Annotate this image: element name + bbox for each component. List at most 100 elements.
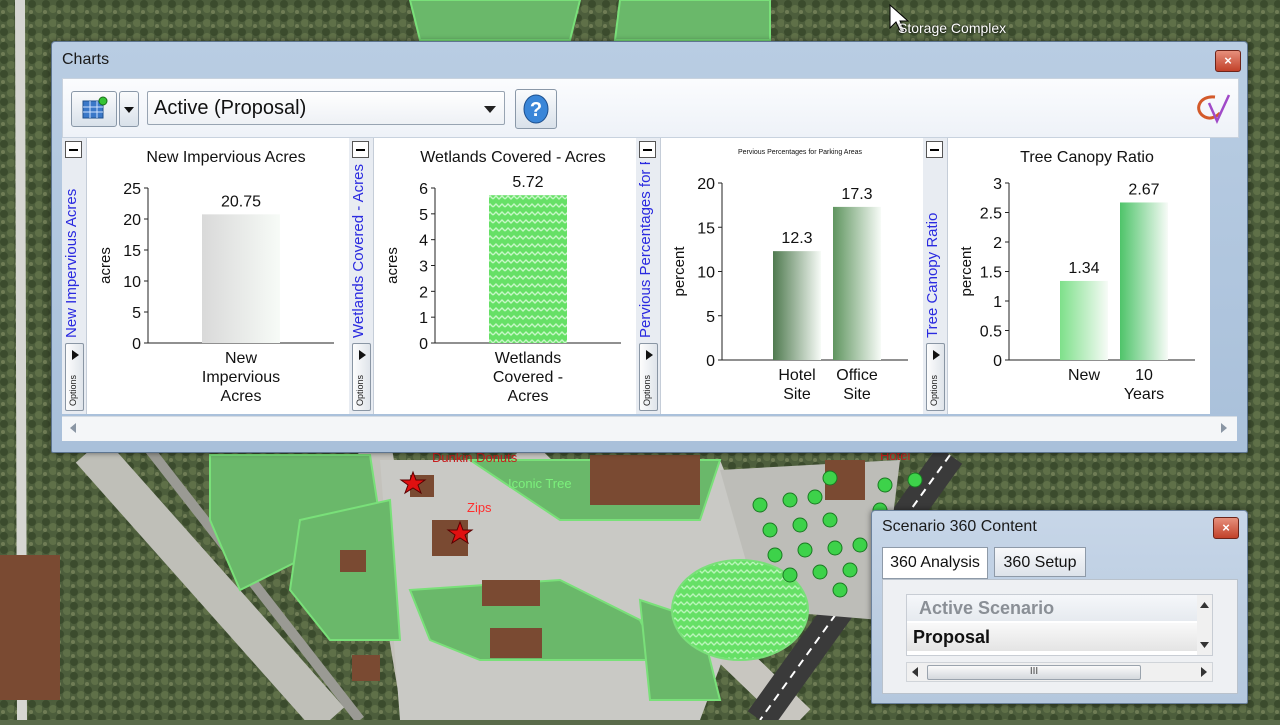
scrollbar-thumb[interactable]: III (927, 665, 1141, 680)
map-label-zips: Zips (467, 500, 492, 515)
chart-options-button[interactable]: Options (352, 343, 371, 411)
active-scenario-value[interactable]: Proposal (907, 623, 1197, 651)
y-tick-label: 5 (706, 309, 715, 326)
expand-arrow-icon (646, 350, 653, 360)
y-tick-label: 0 (419, 336, 428, 353)
collapse-button[interactable] (926, 141, 943, 158)
chart-options-button[interactable]: Options (639, 343, 658, 411)
bar-wetlands-covered-acres (489, 195, 567, 343)
y-tick-label: 10 (697, 265, 715, 282)
data-label: 20.75 (221, 193, 261, 210)
layout-dropdown-button[interactable] (119, 91, 139, 127)
x-tick-label: Hotel Site (778, 367, 815, 403)
scenario-select[interactable]: Active (Proposal) (147, 91, 505, 125)
y-tick-label: 15 (697, 220, 715, 237)
active-scenario-group: Active Scenario Proposal (906, 594, 1213, 656)
data-label: 5.72 (512, 174, 543, 191)
bar-new (1060, 280, 1108, 360)
collapse-button[interactable] (352, 141, 369, 158)
y-tick-label: 0.5 (980, 324, 1002, 341)
y-tick-label: 0 (132, 336, 141, 353)
chart-side-strip: New Impervious Acres Options (62, 138, 87, 414)
chart-title: Wetlands Covered - Acres (420, 149, 606, 166)
bar-hotel-site (773, 251, 821, 360)
y-tick-label: 2 (419, 284, 428, 301)
y-tick-label: 5 (419, 207, 428, 224)
chart-title: Pervious Percentages for Parking Areas (738, 149, 863, 156)
chart-plot: Pervious Percentages for Parking Areas 0 5… (671, 149, 908, 403)
horizontal-scrollbar[interactable]: III (906, 662, 1213, 682)
charts-panel-area: New Impervious Acres Options New Imperviou… (62, 138, 1210, 414)
scroll-left-icon[interactable] (70, 423, 76, 433)
chart-panel-wetlands-covered-acres: Wetlands Covered - Acres Options Wetlands … (349, 138, 636, 414)
chart-panel-pervious-percentages-for-parking-areas: Pervious Percentages for Parking Areas Op… (636, 138, 923, 414)
y-tick-label: 1 (419, 310, 428, 327)
horizontal-scrollbar[interactable] (62, 416, 1237, 441)
options-label: Options (68, 374, 78, 406)
y-axis-label: percent (671, 246, 688, 297)
chart-panel-tree-canopy-ratio: Tree Canopy Ratio Options Tree Canopy Rati… (923, 138, 1210, 414)
x-tick-label: Office Site (836, 367, 878, 403)
expand-arrow-icon (359, 350, 366, 360)
chart-side-title: Pervious Percentages for Parking Areas (637, 162, 654, 338)
chart-side-strip: Pervious Percentages for Parking Areas Op… (636, 138, 661, 414)
y-tick-label: 1.5 (980, 265, 1002, 282)
x-tick-label: Wetlands Covered -Acres (493, 350, 563, 405)
y-tick-label: 5 (132, 305, 141, 322)
chart-side-strip: Wetlands Covered - Acres Options (349, 138, 374, 414)
y-tick-label: 25 (123, 181, 141, 198)
expand-arrow-icon (72, 350, 79, 360)
chart-side-strip: Tree Canopy Ratio Options (923, 138, 948, 414)
scroll-left-icon[interactable] (909, 665, 921, 679)
y-tick-label: 0 (706, 353, 715, 370)
y-tick-label: 20 (123, 212, 141, 229)
y-tick-label: 1 (993, 294, 1002, 311)
chart-title: Tree Canopy Ratio (1020, 149, 1154, 166)
vertical-scrollbar[interactable] (1197, 595, 1212, 655)
y-tick-label: 3 (993, 176, 1002, 193)
map-label-storage-complex: Storage Complex (898, 20, 1007, 36)
chart-plot: Tree Canopy Ratio 0 0.5 1 1.5 2 2.5 3 percent 1.3… (958, 149, 1195, 403)
y-tick-label: 2 (993, 235, 1002, 252)
data-label: 1.34 (1068, 260, 1099, 277)
chart-layout-button[interactable] (71, 91, 117, 127)
scenario-360-window: Scenario 360 Content × 360 Analysis 360 … (871, 510, 1248, 704)
bar-10-years (1120, 202, 1168, 360)
y-tick-label: 6 (419, 181, 428, 198)
y-tick-label: 10 (123, 274, 141, 291)
scroll-arrows-icon (1200, 602, 1209, 648)
options-label: Options (929, 374, 939, 406)
data-label: 12.3 (781, 230, 812, 247)
chevron-down-icon (484, 106, 496, 113)
chart-side-title-frame: Wetlands Covered - Acres (349, 162, 373, 338)
close-button[interactable]: × (1213, 517, 1239, 539)
help-icon: ? (523, 94, 549, 124)
chart-plot: Wetlands Covered - Acres 0 1 2 3 4 5 6 acres 5.72… (384, 149, 621, 405)
y-tick-label: 15 (123, 243, 141, 260)
close-button[interactable]: × (1215, 50, 1241, 72)
tab-360-analysis[interactable]: 360 Analysis (882, 547, 988, 579)
analysis-tab-content: Active Scenario Proposal III (882, 579, 1238, 694)
chart-panel-new-impervious-acres: New Impervious Acres Options New Imperviou… (62, 138, 349, 414)
tab-360-setup[interactable]: 360 Setup (994, 547, 1086, 577)
svg-text:?: ? (530, 99, 542, 121)
collapse-button[interactable] (65, 141, 82, 158)
map-label-iconic-tree: Iconic Tree (508, 476, 572, 491)
chart-side-title: Wetlands Covered - Acres (350, 164, 367, 338)
y-tick-label: 0 (993, 353, 1002, 370)
chart-options-button[interactable]: Options (65, 343, 84, 411)
window-title: Charts (62, 51, 110, 68)
chart-options-button[interactable]: Options (926, 343, 945, 411)
collapse-button[interactable] (639, 141, 656, 158)
chart-side-title-frame: New Impervious Acres (62, 162, 86, 338)
chart-side-title-frame: Pervious Percentages for Parking Areas (636, 162, 660, 338)
x-tick-label: New (1068, 367, 1100, 384)
company-logo-icon (1197, 94, 1231, 125)
chart-side-title: New Impervious Acres (63, 188, 80, 338)
scroll-right-icon[interactable] (1221, 423, 1227, 433)
scroll-right-icon[interactable] (1198, 665, 1210, 679)
help-button[interactable]: ? (515, 89, 557, 129)
bar-new-impervious-acres (202, 214, 280, 343)
y-axis-label: acres (97, 247, 114, 284)
options-label: Options (355, 374, 365, 406)
